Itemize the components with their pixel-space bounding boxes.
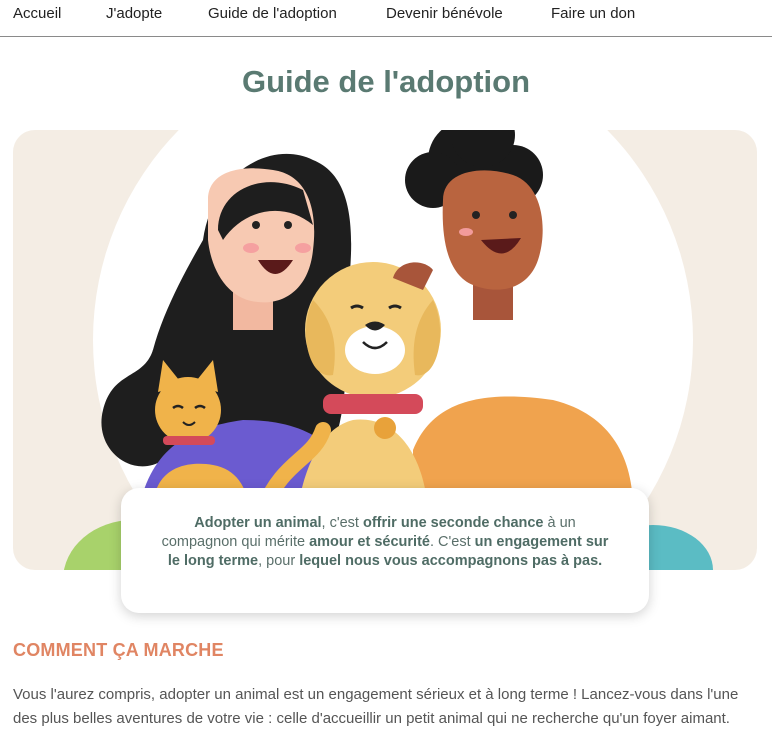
callout-text-4: , pour <box>258 553 300 569</box>
page-title: Guide de l'adoption <box>241 64 531 99</box>
callout-strong-5: lequel nous vous accompagnons pas à pas. <box>299 553 603 569</box>
callout-text-1: , c'est <box>321 515 363 531</box>
callout-text: Adopter un animal, c'est offrir une seco… <box>155 514 615 571</box>
top-navigation: Accueil J'adopte Guide de l'adoption Dev… <box>0 0 772 37</box>
callout-strong-3: amour et sécurité <box>309 534 430 550</box>
callout-text-3: . C'est <box>429 534 475 550</box>
nav-link-accueil[interactable]: Accueil <box>13 5 61 22</box>
section-paragraph: Vous l'aurez compris, adopter un animal … <box>13 686 739 727</box>
nav-link-jadopte[interactable]: J'adopte <box>106 5 162 22</box>
nav-link-faire-un-don[interactable]: Faire un don <box>551 5 635 22</box>
adoption-callout: Adopter un animal, c'est offrir une seco… <box>121 488 649 613</box>
callout-strong-2: offrir une seconde chance <box>363 515 544 531</box>
section-title: COMMENT ÇA MARCHE <box>13 640 224 660</box>
nav-link-devenir-benevole[interactable]: Devenir bénévole <box>386 5 503 22</box>
nav-link-guide-adoption[interactable]: Guide de l'adoption <box>208 5 337 22</box>
callout-strong-1: Adopter un animal <box>194 515 322 531</box>
